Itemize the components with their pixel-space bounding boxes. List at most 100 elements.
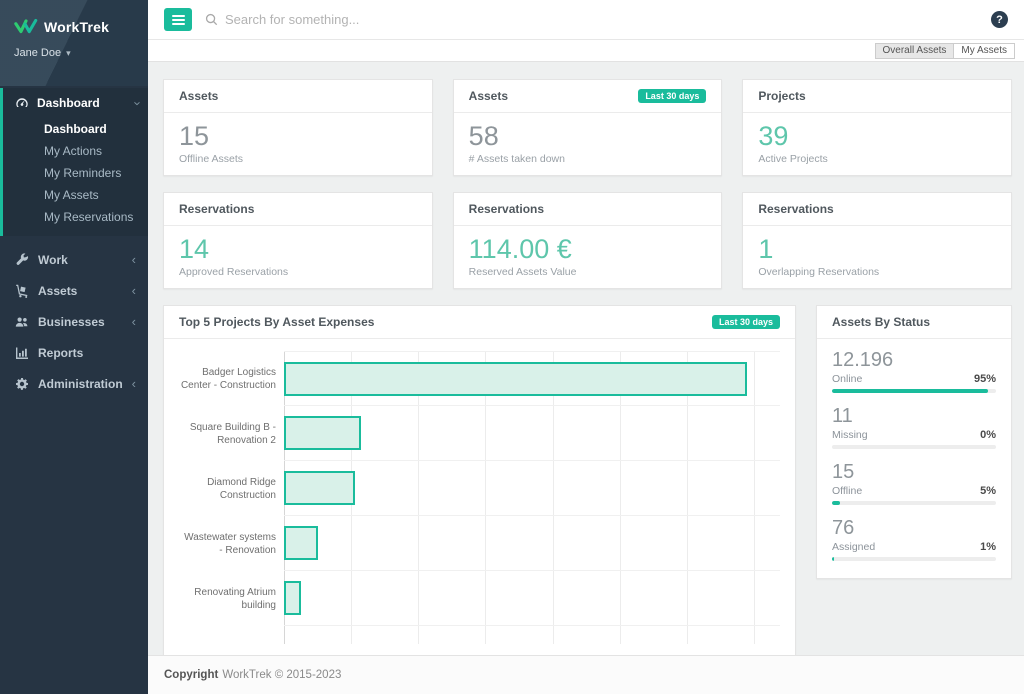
sidebar-item-label: Work [38, 253, 132, 267]
stat-label: Reserved Assets Value [469, 266, 707, 278]
chevron-left-icon: ‹ [132, 284, 136, 297]
sidebar-item-administration[interactable]: Administration ‹ [0, 368, 148, 399]
status-percent: 0% [980, 429, 996, 441]
stat-card-reserved-assets-value: Reservations 114.00 € Reserved Assets Va… [453, 192, 723, 289]
stat-label: Offline Assets [179, 153, 417, 165]
sidebar-item-assets[interactable]: Assets ‹ [0, 275, 148, 306]
asset-view-toggle: Overall Assets My Assets [875, 43, 1016, 59]
chart-plot-area [284, 351, 780, 644]
chart-category-labels: Badger Logistics Center - Construction Sq… [179, 351, 276, 644]
stat-value: 58 [469, 121, 707, 152]
chart-x-tick-label: 700.000,00 € [725, 654, 783, 655]
sidebar-item-my-reminders[interactable]: My Reminders [3, 162, 148, 184]
status-value: 76 [832, 516, 996, 540]
sidebar-item-label: Dashboard [37, 96, 134, 110]
users-icon [15, 315, 29, 329]
stat-value: 1 [758, 234, 996, 265]
stat-label: Active Projects [758, 153, 996, 165]
chart-bar [284, 362, 747, 396]
brand-logo: WorkTrek [14, 18, 134, 35]
status-percent: 5% [980, 485, 996, 497]
sidebar-item-label: Businesses [38, 315, 132, 329]
stat-value: 14 [179, 234, 417, 265]
stat-value: 39 [758, 121, 996, 152]
my-assets-button[interactable]: My Assets [954, 43, 1015, 59]
stat-card-assets-taken-down: Assets Last 30 days 58 # Assets taken do… [453, 79, 723, 176]
stat-card-approved-reservations: Reservations 14 Approved Reservations [163, 192, 433, 289]
progress-bar [832, 557, 996, 561]
brand-name: WorkTrek [44, 19, 109, 35]
chevron-down-icon: ‹ [129, 101, 142, 105]
chart-x-tick-label: 300.000,00 € [456, 654, 514, 655]
sidebar-item-my-actions[interactable]: My Actions [3, 140, 148, 162]
bar-chart-icon [15, 346, 29, 360]
card-title: Reservations [469, 202, 544, 216]
card-title: Assets [179, 89, 218, 103]
progress-bar [832, 389, 996, 393]
chart-bar [284, 416, 361, 450]
status-value: 12.196 [832, 348, 996, 372]
card-title: Assets By Status [832, 315, 930, 329]
stat-card-offline-assets: Assets 15 Offline Assets [163, 79, 433, 176]
chart-category-label: Wastewater systems - Renovation [179, 531, 276, 557]
chevron-left-icon: ‹ [132, 315, 136, 328]
status-label: Missing [832, 429, 980, 441]
status-label: Offline [832, 485, 980, 497]
chart-x-axis: 0,00 €100.000,00 €200.000,00 €300.000,00… [284, 648, 754, 655]
topbar: ? [148, 0, 1024, 40]
sidebar-item-my-assets[interactable]: My Assets [3, 184, 148, 206]
stat-label: Approved Reservations [179, 266, 417, 278]
search-box [205, 12, 978, 27]
status-label: Online [832, 373, 974, 385]
footer-copyright-label: Copyright [164, 669, 218, 681]
status-percent: 1% [980, 541, 996, 553]
stat-label: Overlapping Reservations [758, 266, 996, 278]
help-icon[interactable]: ? [991, 11, 1008, 28]
stat-card-active-projects: Projects 39 Active Projects [742, 79, 1012, 176]
user-menu[interactable]: Jane Doe ▾ [14, 47, 134, 59]
status-label: Assigned [832, 541, 980, 553]
progress-bar [832, 501, 996, 505]
status-percent: 95% [974, 373, 996, 385]
search-input[interactable] [225, 12, 545, 27]
status-item-online: 12.196 Online 95% [832, 348, 996, 393]
sidebar-item-label: Reports [38, 346, 136, 360]
status-item-missing: 11 Missing 0% [832, 404, 996, 449]
sidebar-item-businesses[interactable]: Businesses ‹ [0, 306, 148, 337]
overall-assets-button[interactable]: Overall Assets [875, 43, 955, 59]
sidebar-item-my-reservations[interactable]: My Reservations [3, 206, 148, 228]
card-title: Reservations [179, 202, 254, 216]
chart-bar [284, 526, 318, 560]
sidebar-item-work[interactable]: Work ‹ [0, 244, 148, 275]
chart-x-tick-label: 500.000,00 € [591, 654, 649, 655]
sidebar-item-dashboard[interactable]: Dashboard ‹ [3, 88, 148, 118]
status-item-offline: 15 Offline 5% [832, 460, 996, 505]
wrench-icon [15, 253, 29, 267]
dashboard-icon [15, 96, 29, 110]
assets-by-status-card: Assets By Status 12.196 Online 95% 11 [816, 305, 1012, 579]
stat-value: 15 [179, 121, 417, 152]
last-30-days-badge: Last 30 days [638, 89, 706, 103]
view-toggle-bar: Overall Assets My Assets [148, 40, 1024, 62]
gear-icon [15, 377, 29, 391]
dashboard-content: Assets 15 Offline Assets Assets Last 30 … [148, 62, 1024, 655]
chart-category-label: Square Building B - Renovation 2 [179, 421, 276, 447]
progress-bar [832, 445, 996, 449]
top-projects-chart-card: Top 5 Projects By Asset Expenses Last 30… [163, 305, 796, 655]
chevron-left-icon: ‹ [132, 253, 136, 266]
sidebar: WorkTrek Jane Doe ▾ Dashboard ‹ Dashboar… [0, 0, 148, 694]
chart-category-label: Badger Logistics Center - Construction [179, 366, 276, 392]
chart-x-tick-label: 0,00 € [270, 654, 298, 655]
card-title: Reservations [758, 202, 833, 216]
sidebar-item-dashboard-sub[interactable]: Dashboard [3, 118, 148, 140]
hand-truck-icon [15, 284, 29, 298]
chart-title: Top 5 Projects By Asset Expenses [179, 315, 374, 329]
status-value: 15 [832, 460, 996, 484]
sidebar-item-reports[interactable]: Reports [0, 337, 148, 368]
footer-text: WorkTrek © 2015-2023 [222, 669, 341, 681]
menu-toggle-button[interactable] [164, 8, 192, 31]
sidebar-item-label: Assets [38, 284, 132, 298]
dashboard-subnav: Dashboard My Actions My Reminders My Ass… [3, 118, 148, 228]
sidebar-item-label: Administration [38, 377, 132, 391]
chart-x-tick-label: 200.000,00 € [389, 654, 447, 655]
